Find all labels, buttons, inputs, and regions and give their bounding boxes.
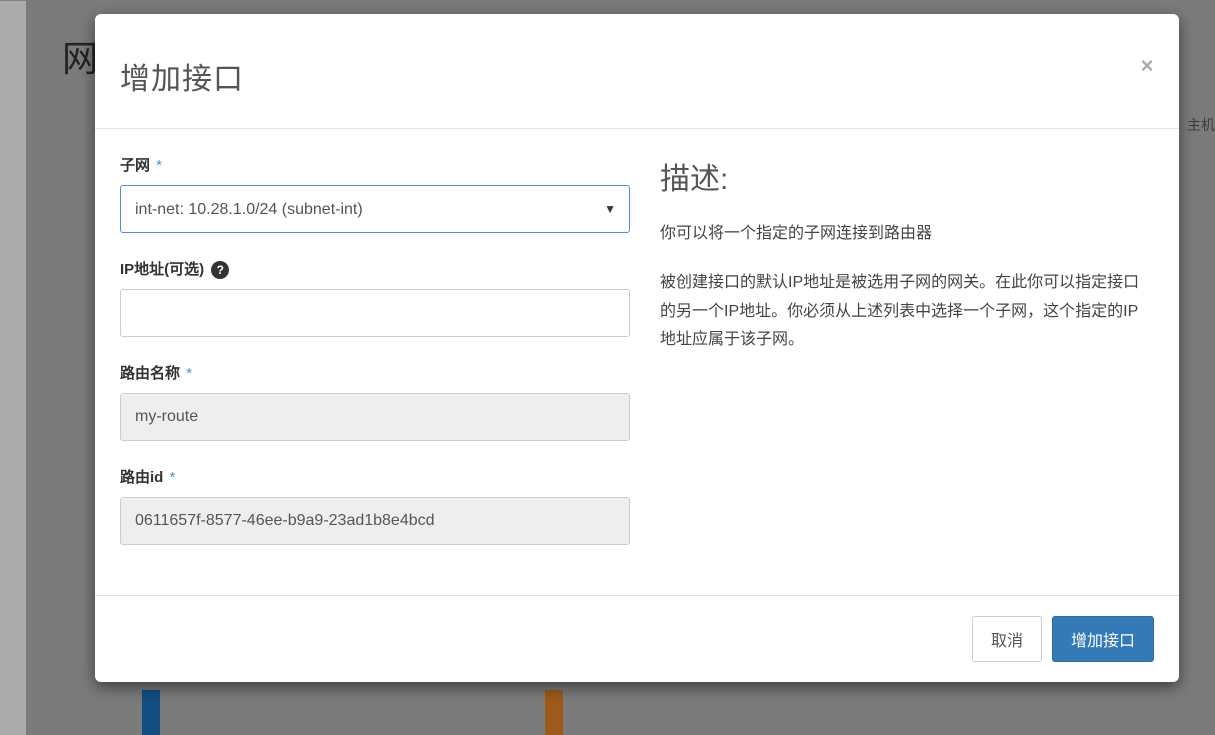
modal-header: 增加接口 × bbox=[95, 14, 1179, 129]
ip-address-label: IP地址(可选) ? bbox=[120, 258, 630, 279]
subnet-select[interactable]: int-net: 10.28.1.0/24 (subnet-int) bbox=[120, 185, 630, 233]
required-indicator: * bbox=[156, 157, 162, 174]
router-id-input bbox=[120, 497, 630, 545]
ip-address-input[interactable] bbox=[120, 289, 630, 337]
modal-title: 增加接口 bbox=[120, 54, 1154, 98]
description-paragraph-2: 被创建接口的默认IP地址是被选用子网的网关。在此你可以指定接口的另一个IP地址。… bbox=[660, 269, 1154, 355]
router-name-input bbox=[120, 393, 630, 441]
form-column: 子网 * int-net: 10.28.1.0/24 (subnet-int) … bbox=[120, 154, 630, 570]
required-indicator: * bbox=[170, 469, 176, 486]
submit-button[interactable]: 增加接口 bbox=[1052, 616, 1154, 662]
router-id-field-group: 路由id * bbox=[120, 466, 630, 545]
modal-footer: 取消 增加接口 bbox=[95, 596, 1179, 682]
help-icon[interactable]: ? bbox=[211, 261, 229, 279]
ip-address-field-group: IP地址(可选) ? bbox=[120, 258, 630, 337]
cancel-button[interactable]: 取消 bbox=[972, 616, 1042, 662]
required-indicator: * bbox=[186, 365, 192, 382]
subnet-label: 子网 * bbox=[120, 154, 630, 175]
add-interface-modal: 增加接口 × 子网 * int-net: 10.28.1.0/24 (subne… bbox=[95, 14, 1179, 682]
subnet-select-wrapper: int-net: 10.28.1.0/24 (subnet-int) ▼ bbox=[120, 185, 630, 233]
description-paragraph-1: 你可以将一个指定的子网连接到路由器 bbox=[660, 220, 1154, 249]
description-title: 描述: bbox=[660, 154, 1154, 198]
close-button[interactable]: × bbox=[1135, 54, 1159, 78]
router-id-label: 路由id * bbox=[120, 466, 630, 487]
router-name-label: 路由名称 * bbox=[120, 362, 630, 383]
modal-body: 子网 * int-net: 10.28.1.0/24 (subnet-int) … bbox=[95, 129, 1179, 596]
close-icon: × bbox=[1141, 53, 1154, 79]
subnet-field-group: 子网 * int-net: 10.28.1.0/24 (subnet-int) … bbox=[120, 154, 630, 233]
description-column: 描述: 你可以将一个指定的子网连接到路由器 被创建接口的默认IP地址是被选用子网… bbox=[660, 154, 1154, 570]
router-name-field-group: 路由名称 * bbox=[120, 362, 630, 441]
